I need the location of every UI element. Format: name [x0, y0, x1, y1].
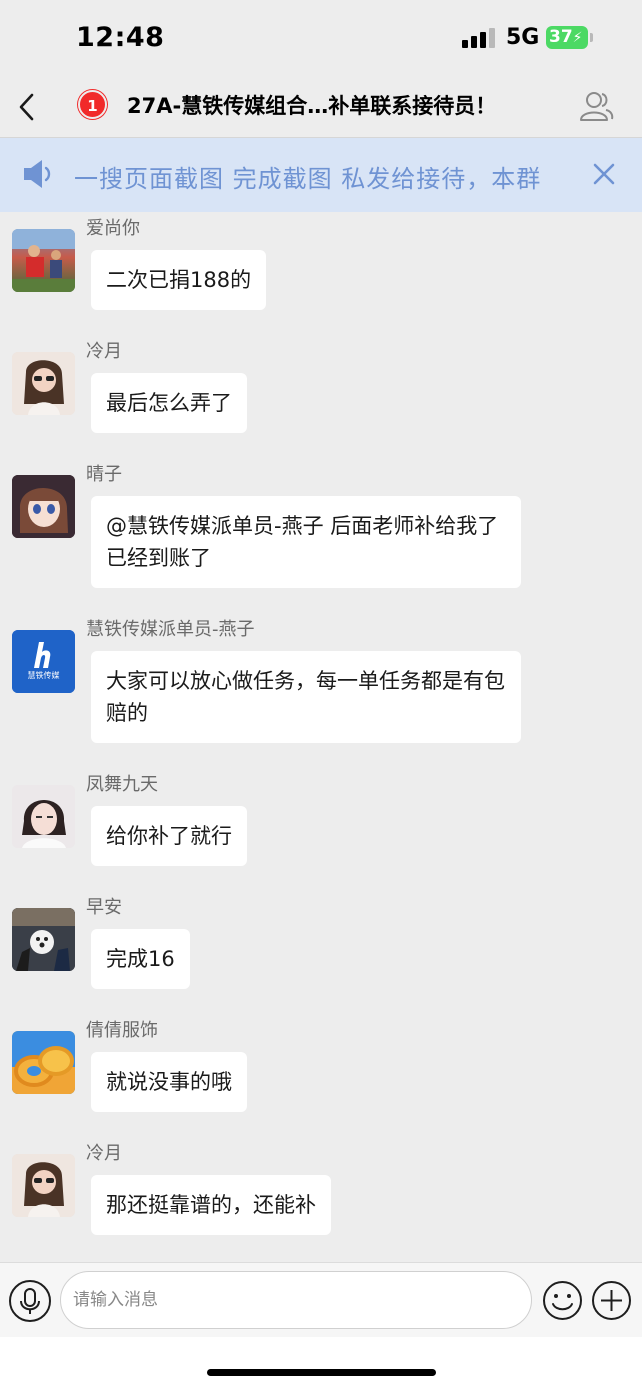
battery-level: 37: [549, 27, 573, 47]
members-icon[interactable]: [578, 88, 614, 124]
message-bubble[interactable]: 完成16: [91, 929, 190, 989]
chat-title: 27A-慧铁传媒组合…补单联系接待员！: [127, 94, 497, 118]
plus-icon[interactable]: [591, 1280, 632, 1321]
group-notice-banner[interactable]: 一搜页面截图 完成截图 私发给接待，本群: [0, 138, 642, 212]
message-bubble[interactable]: 最后怎么弄了: [91, 373, 247, 433]
message-bubble[interactable]: 给你补了就行: [91, 806, 247, 866]
speaker-icon: [24, 160, 51, 188]
signal-icon: [462, 28, 496, 48]
emoji-icon[interactable]: [542, 1280, 583, 1321]
sender-name: 爱尚你: [86, 218, 140, 239]
status-bar: 12:48 5G 37⚡: [0, 0, 642, 76]
sender-name: 晴子: [86, 464, 122, 485]
avatar[interactable]: [12, 785, 75, 848]
message-list[interactable]: 爱尚你 二次已捐188的 冷月 最后怎么弄了 晴子 @慧铁传媒派单员-燕子 后面…: [0, 212, 642, 1262]
sender-name: 冷月: [86, 341, 122, 362]
avatar[interactable]: 慧铁传媒: [12, 630, 75, 693]
avatar[interactable]: [12, 1154, 75, 1217]
close-icon[interactable]: [590, 160, 618, 188]
input-bar: [0, 1262, 642, 1337]
avatar[interactable]: [12, 475, 75, 538]
voice-button[interactable]: [9, 1280, 51, 1322]
avatar[interactable]: [12, 1031, 75, 1094]
status-time: 12:48: [76, 22, 165, 53]
message-bubble[interactable]: 二次已捐188的: [91, 250, 267, 310]
avatar[interactable]: [12, 908, 75, 971]
message-bubble[interactable]: 大家可以放心做任务，每一单任务都是有包赔的: [91, 651, 521, 743]
sender-name: 冷月: [86, 1143, 122, 1164]
notice-text: 一搜页面截图 完成截图 私发给接待，本群: [74, 165, 542, 193]
message-bubble[interactable]: @慧铁传媒派单员-燕子 后面老师补给我了已经到账了: [91, 496, 521, 588]
message-bubble[interactable]: 那还挺靠谱的，还能补: [91, 1175, 331, 1235]
message-bubble[interactable]: 就说没事的哦: [91, 1052, 247, 1112]
avatar-logo-text: 慧铁传媒: [27, 671, 60, 680]
unread-badge[interactable]: 1: [78, 90, 107, 119]
sender-name: 倩倩服饰: [86, 1020, 158, 1041]
chat-header: 1 27A-慧铁传媒组合…补单联系接待员！: [0, 76, 642, 138]
back-icon[interactable]: [14, 90, 42, 124]
home-indicator[interactable]: [207, 1369, 436, 1376]
avatar[interactable]: [12, 352, 75, 415]
message-input[interactable]: [60, 1271, 532, 1329]
sender-name: 早安: [86, 897, 122, 918]
sender-name: 慧铁传媒派单员-燕子: [86, 619, 255, 640]
sender-name: 凤舞九天: [86, 774, 158, 795]
battery-cap: [590, 33, 593, 42]
home-area: [0, 1337, 642, 1389]
network-type: 5G: [506, 25, 540, 50]
avatar[interactable]: [12, 229, 75, 292]
microphone-icon: [20, 1288, 40, 1314]
battery-icon: 37⚡: [546, 26, 588, 49]
